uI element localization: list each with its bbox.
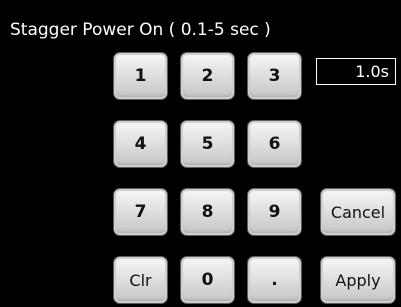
- key-0-button[interactable]: 0: [180, 256, 235, 304]
- key-7-button[interactable]: 7: [113, 188, 168, 236]
- key-4-button[interactable]: 4: [113, 120, 168, 168]
- cancel-button[interactable]: Cancel: [320, 188, 396, 236]
- apply-button[interactable]: Apply: [320, 256, 396, 304]
- key-5-button[interactable]: 5: [180, 120, 235, 168]
- decimal-point-button[interactable]: .: [247, 256, 302, 304]
- keypad-screen: Stagger Power On ( 0.1-5 sec ) 1.0s 1 2 …: [0, 0, 401, 307]
- key-8-button[interactable]: 8: [180, 188, 235, 236]
- key-3-button[interactable]: 3: [247, 52, 302, 100]
- key-1-button[interactable]: 1: [113, 52, 168, 100]
- key-2-button[interactable]: 2: [180, 52, 235, 100]
- page-title: Stagger Power On ( 0.1-5 sec ): [10, 20, 271, 40]
- key-6-button[interactable]: 6: [247, 120, 302, 168]
- clear-button[interactable]: Clr: [113, 256, 168, 304]
- value-display: 1.0s: [316, 58, 396, 85]
- key-9-button[interactable]: 9: [247, 188, 302, 236]
